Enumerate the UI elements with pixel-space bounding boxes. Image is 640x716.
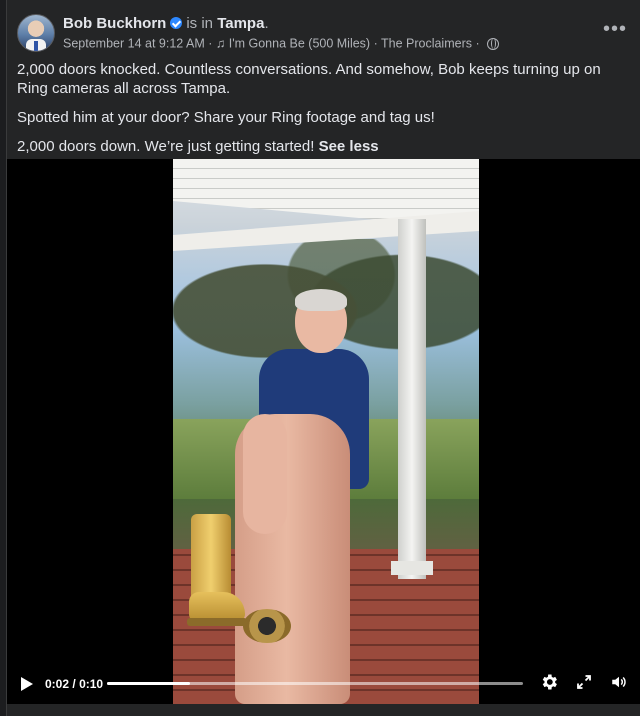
progress-bar[interactable]: [107, 682, 523, 685]
post-header: Bob Buckhorn is in Tampa. September 14 at…: [17, 12, 640, 56]
man-hair: [295, 289, 347, 311]
boot-shaft: [191, 514, 231, 599]
post-date[interactable]: September 14 at 9:12 AM: [63, 37, 205, 51]
pointing-finger: [243, 414, 287, 534]
post-paragraph-2: Spotted him at your door? Share your Rin…: [17, 109, 435, 126]
boot-sole: [187, 618, 247, 626]
video-frame: [173, 159, 479, 704]
is-in-text: is in: [186, 15, 214, 32]
post-paragraph-1: 2,000 doors knocked. Countless conversat…: [17, 61, 601, 97]
ring: [243, 609, 291, 643]
fullscreen-icon[interactable]: [575, 673, 593, 691]
meta-separator: ·: [208, 36, 213, 51]
boot-icon: [187, 514, 247, 629]
verified-badge-icon: [170, 17, 183, 29]
period: .: [264, 15, 269, 32]
video-player[interactable]: 0:02 / 0:10: [7, 159, 640, 704]
more-options-icon[interactable]: •••: [603, 19, 627, 39]
post-paragraph-3: 2,000 doors down. We’re just getting sta…: [17, 137, 621, 156]
action-bar-partial: [7, 704, 640, 716]
avatar[interactable]: [17, 14, 55, 52]
play-icon[interactable]: [21, 677, 33, 691]
music-info[interactable]: I'm Gonna Be (500 Miles) · The Proclaime…: [229, 37, 472, 51]
meta-separator: ·: [475, 36, 480, 51]
post-meta: September 14 at 9:12 AM · ♫ I'm Gonna Be…: [63, 36, 500, 51]
current-time: 0:02: [45, 677, 70, 691]
see-less-link[interactable]: See less: [319, 138, 379, 155]
avatar-tie: [34, 41, 38, 51]
porch-column-base: [391, 561, 433, 575]
author-line: Bob Buckhorn is in Tampa.: [63, 15, 269, 32]
volume-icon[interactable]: [609, 673, 629, 691]
music-note-icon: ♫: [215, 36, 226, 51]
location-link[interactable]: Tampa: [217, 15, 264, 32]
porch-column: [398, 219, 426, 579]
duration: 0:10: [79, 677, 104, 691]
time-display: 0:02 / 0:10: [45, 677, 103, 691]
time-divider: /: [72, 677, 76, 691]
post-paragraph-3-text: 2,000 doors down. We’re just getting sta…: [17, 138, 315, 155]
author-name[interactable]: Bob Buckhorn: [63, 15, 166, 32]
progress-fill: [107, 682, 191, 685]
post-card: Bob Buckhorn is in Tampa. September 14 at…: [6, 0, 640, 716]
globe-icon: [487, 37, 500, 50]
gear-icon[interactable]: [539, 672, 559, 692]
post-body: 2,000 doors knocked. Countless conversat…: [17, 60, 621, 166]
video-controls: 0:02 / 0:10: [7, 665, 640, 703]
